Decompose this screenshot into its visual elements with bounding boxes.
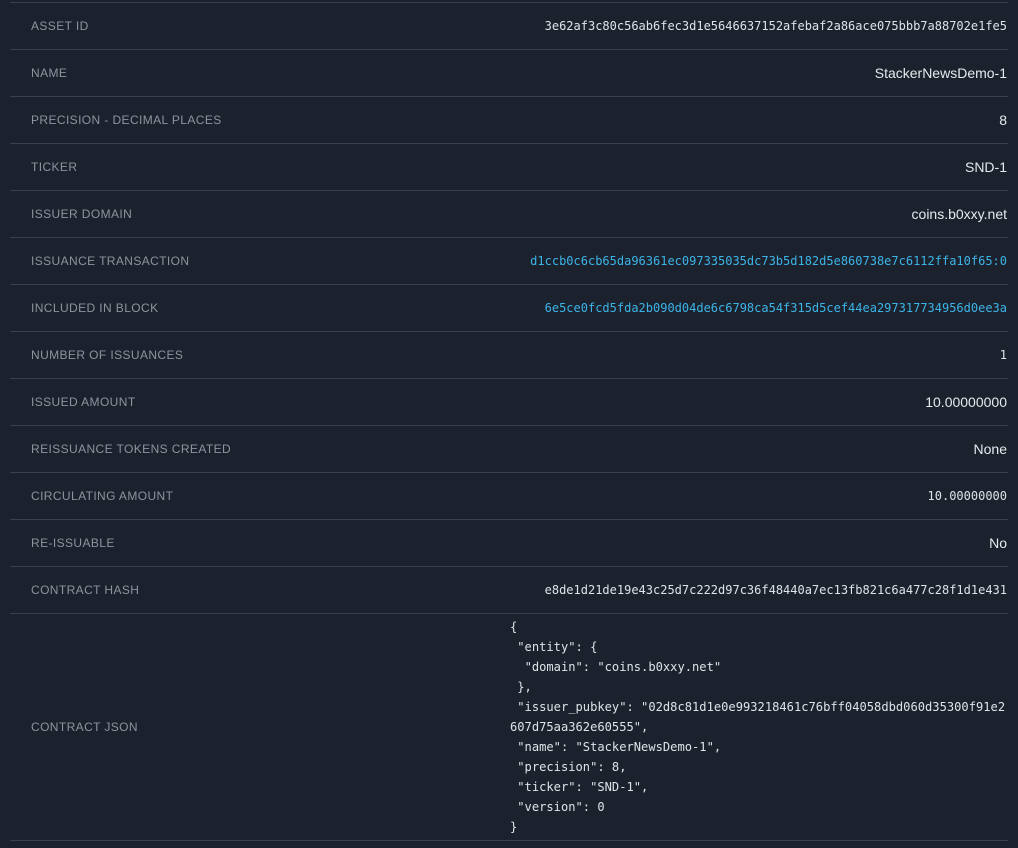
- field-label: CONTRACT JSON: [31, 720, 138, 734]
- row-contract-hash: CONTRACT HASH e8de1d21de19e43c25d7c222d9…: [10, 567, 1008, 614]
- field-label: NAME: [31, 66, 67, 80]
- field-label: CIRCULATING AMOUNT: [31, 489, 173, 503]
- field-label: NUMBER OF ISSUANCES: [31, 348, 183, 362]
- field-label: CONTRACT HASH: [31, 583, 139, 597]
- row-reissuance-tokens: REISSUANCE TOKENS CREATED None: [10, 426, 1008, 473]
- asset-details-table: ASSET ID 3e62af3c80c56ab6fec3d1e56466371…: [10, 0, 1008, 841]
- number-of-issuances-value: 1: [1000, 348, 1007, 362]
- ticker-value: SND-1: [965, 159, 1007, 175]
- included-in-block-link[interactable]: 6e5ce0fcd5fda2b090d04de6c6798ca54f315d5c…: [545, 301, 1007, 315]
- field-label: ISSUER DOMAIN: [31, 207, 132, 221]
- row-precision: PRECISION - DECIMAL PLACES 8: [10, 97, 1008, 144]
- field-label: ISSUED AMOUNT: [31, 395, 136, 409]
- field-label: REISSUANCE TOKENS CREATED: [31, 442, 231, 456]
- row-issuance-transaction: ISSUANCE TRANSACTION d1ccb0c6cb65da96361…: [10, 238, 1008, 285]
- issued-amount-value: 10.00000000: [925, 394, 1007, 410]
- row-number-of-issuances: NUMBER OF ISSUANCES 1: [10, 332, 1008, 379]
- reissuable-value: No: [989, 535, 1007, 551]
- contract-json-code: { "entity": { "domain": "coins.b0xxy.net…: [510, 614, 1007, 841]
- field-label: RE-ISSUABLE: [31, 536, 115, 550]
- issuance-transaction-link[interactable]: d1ccb0c6cb65da96361ec097335035dc73b5d182…: [530, 254, 1007, 268]
- precision-value: 8: [999, 112, 1007, 128]
- row-ticker: TICKER SND-1: [10, 144, 1008, 191]
- row-issued-amount: ISSUED AMOUNT 10.00000000: [10, 379, 1008, 426]
- circulating-amount-value: 10.00000000: [928, 489, 1007, 503]
- row-name: NAME StackerNewsDemo-1: [10, 50, 1008, 97]
- row-included-in-block: INCLUDED IN BLOCK 6e5ce0fcd5fda2b090d04d…: [10, 285, 1008, 332]
- asset-name-value: StackerNewsDemo-1: [875, 65, 1007, 81]
- asset-id-value: 3e62af3c80c56ab6fec3d1e5646637152afebaf2…: [545, 19, 1007, 33]
- field-label: TICKER: [31, 160, 77, 174]
- field-label: ISSUANCE TRANSACTION: [31, 254, 189, 268]
- row-reissuable: RE-ISSUABLE No: [10, 520, 1008, 567]
- field-label: PRECISION - DECIMAL PLACES: [31, 113, 222, 127]
- field-label: INCLUDED IN BLOCK: [31, 301, 159, 315]
- row-contract-json: CONTRACT JSON { "entity": { "domain": "c…: [10, 614, 1008, 841]
- row-circulating-amount: CIRCULATING AMOUNT 10.00000000: [10, 473, 1008, 520]
- issuer-domain-value: coins.b0xxy.net: [912, 206, 1007, 222]
- contract-hash-value: e8de1d21de19e43c25d7c222d97c36f48440a7ec…: [545, 583, 1007, 597]
- reissuance-tokens-value: None: [974, 441, 1007, 457]
- row-asset-id: ASSET ID 3e62af3c80c56ab6fec3d1e56466371…: [10, 3, 1008, 50]
- row-issuer-domain: ISSUER DOMAIN coins.b0xxy.net: [10, 191, 1008, 238]
- field-label: ASSET ID: [31, 19, 89, 33]
